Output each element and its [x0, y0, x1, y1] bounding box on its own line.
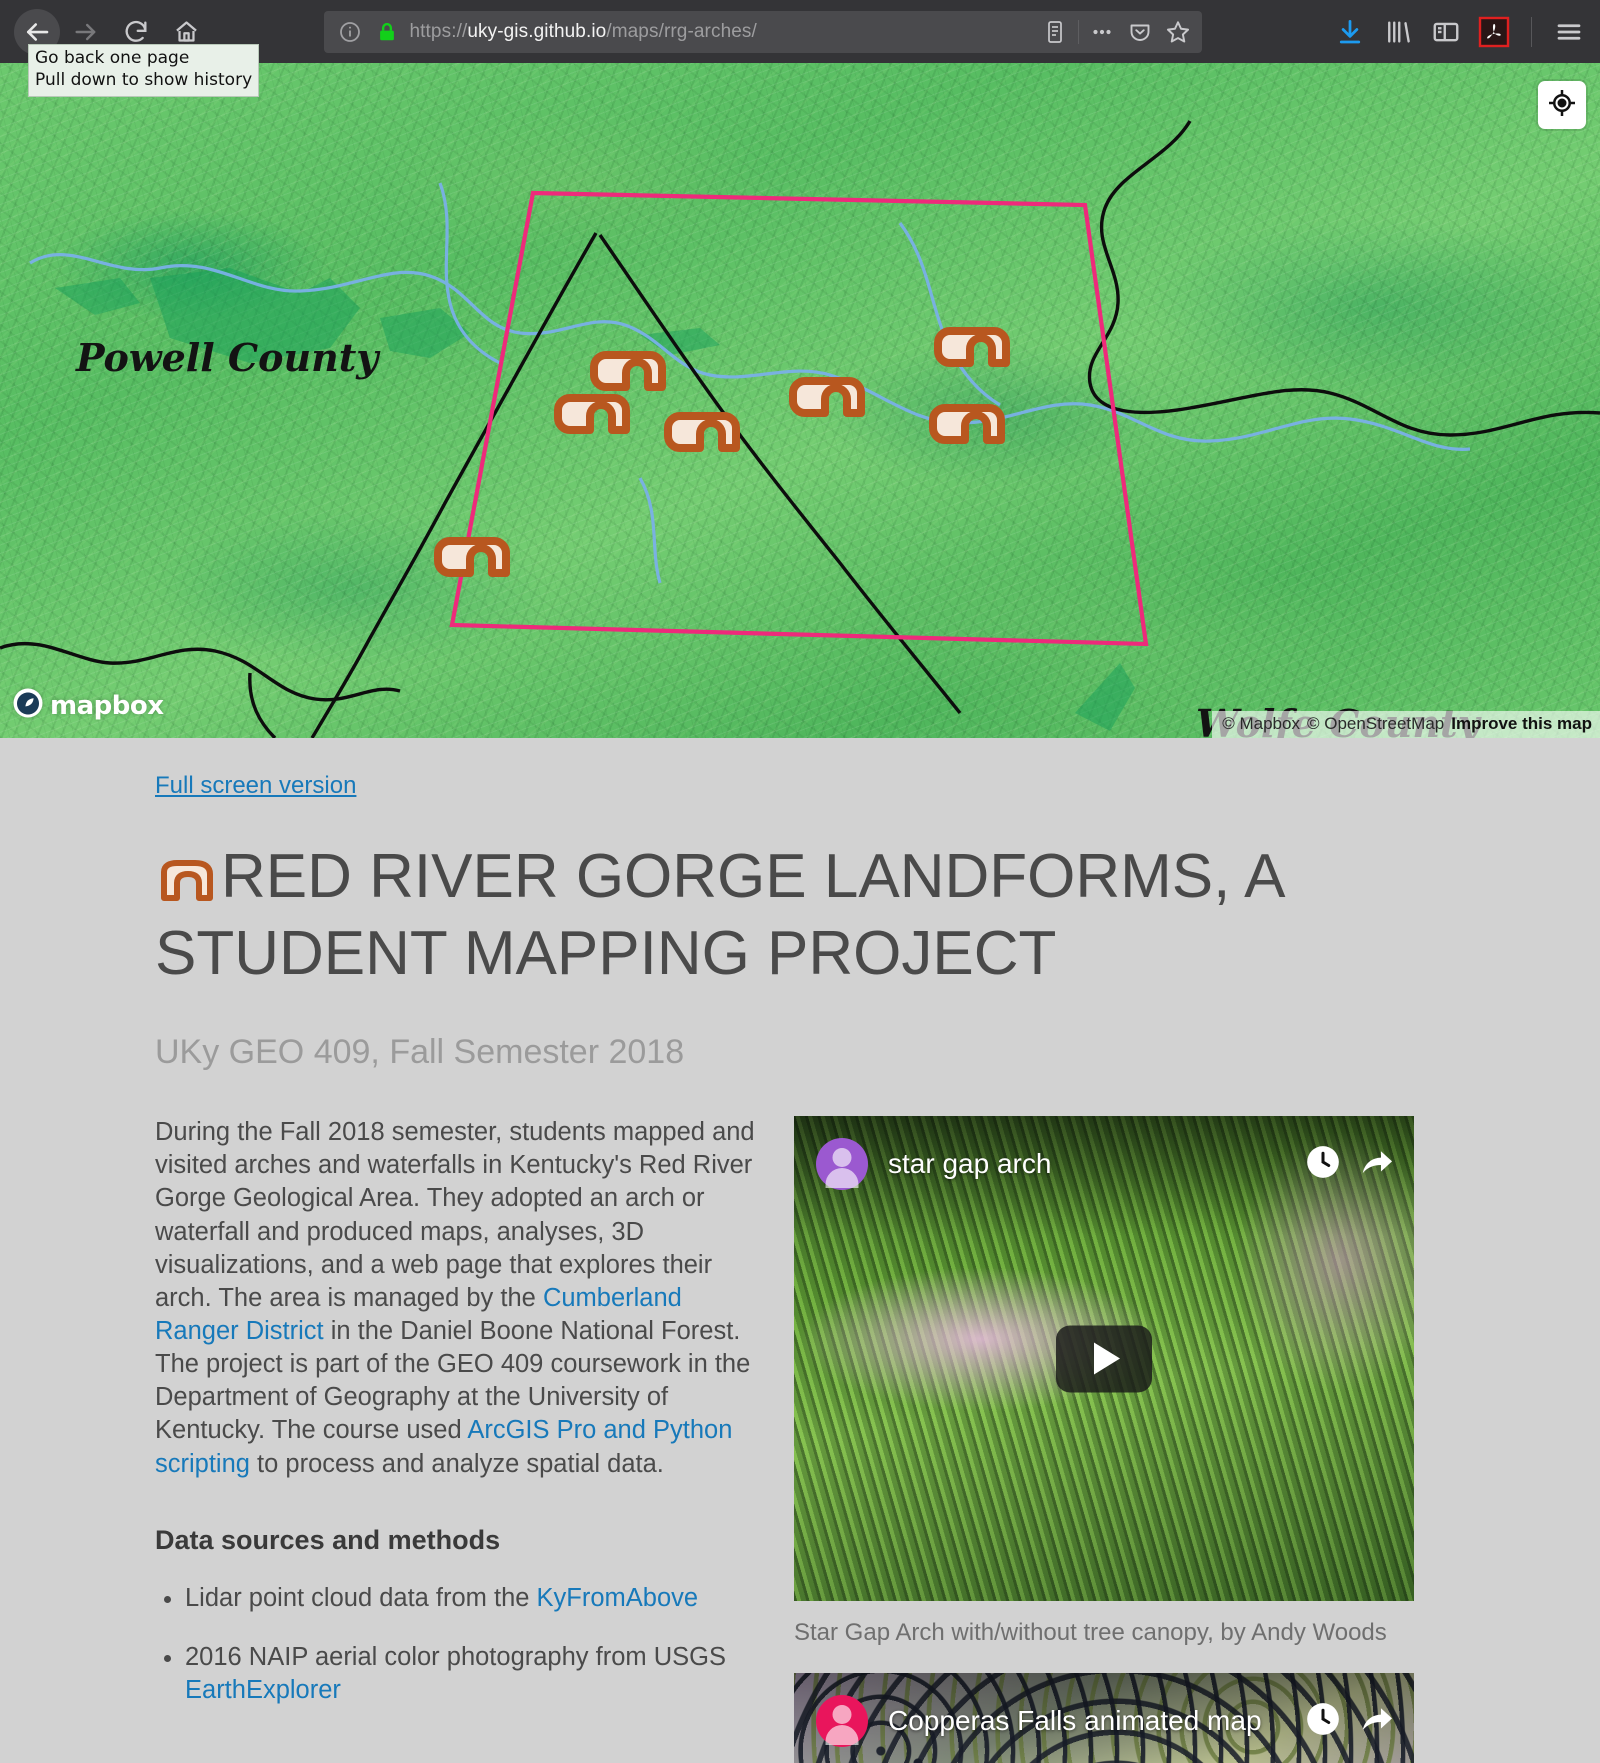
intro-text-c: to process and analyze spatial data. — [249, 1449, 664, 1478]
earthexplorer-link[interactable]: EarthExplorer — [185, 1676, 341, 1704]
url-path: /maps/rrg-arches/ — [606, 20, 757, 42]
avatar-head-shape — [832, 1705, 852, 1725]
clock-icon[interactable] — [1304, 1700, 1342, 1743]
page-title-text: RED RIVER GORGE LANDFORMS, A STUDENT MAP… — [155, 842, 1283, 989]
source-text-pre: Lidar point cloud data from the — [185, 1583, 537, 1612]
library-icon[interactable] — [1381, 15, 1415, 49]
browser-toolbar: https://uky-gis.github.io/maps/rrg-arche… — [0, 0, 1600, 97]
attribution-mapbox[interactable]: © Mapbox — [1222, 714, 1300, 734]
padlock-icon[interactable] — [373, 18, 401, 46]
star-icon[interactable] — [1164, 18, 1192, 46]
avatar-head-shape — [832, 1148, 852, 1168]
fullscreen-version-link[interactable]: Full screen version — [155, 772, 356, 800]
home-icon — [173, 18, 200, 45]
map-arch-markers[interactable] — [0, 63, 1600, 738]
map-canvas[interactable]: Powell County Wolfe County mapbox © Mapb… — [0, 63, 1600, 738]
avatar-body-shape — [825, 1168, 859, 1189]
geolocate-crosshair-icon — [1547, 88, 1577, 123]
video-caption-star-gap-arch: Star Gap Arch with/without tree canopy, … — [794, 1619, 1387, 1647]
geolocate-button[interactable] — [1538, 81, 1586, 129]
tooltip-line-1: Go back one page — [35, 48, 190, 68]
video-actions — [1304, 1143, 1396, 1186]
page-info-icon[interactable] — [336, 18, 364, 46]
map-label-powell-county: Powell County — [76, 335, 379, 380]
browser-right-toolbar — [1333, 15, 1586, 49]
video-title[interactable]: Copperas Falls animated map — [888, 1705, 1284, 1737]
list-item: Lidar point cloud data from the KyFromAb… — [185, 1582, 760, 1615]
data-sources-list: Lidar point cloud data from the KyFromAb… — [155, 1582, 760, 1707]
sidebar-icon[interactable] — [1429, 15, 1463, 49]
play-button-icon[interactable] — [1056, 1325, 1152, 1393]
intro-paragraph: During the Fall 2018 semester, students … — [155, 1116, 760, 1481]
page-subtitle: UKy GEO 409, Fall Semester 2018 — [155, 1033, 685, 1072]
kyfromabove-link[interactable]: KyFromAbove — [537, 1584, 699, 1612]
source-text-pre: 2016 NAIP aerial color photography from … — [185, 1642, 726, 1671]
pocket-icon[interactable] — [1126, 18, 1154, 46]
adobe-pdf-icon[interactable] — [1477, 15, 1511, 49]
forward-arrow-icon — [72, 18, 100, 46]
page-content: Full screen version RED RIVER GORGE LAND… — [0, 738, 1600, 1763]
avatar-body-shape — [825, 1725, 859, 1746]
video-actions — [1304, 1700, 1396, 1743]
tooltip-line-2: Pull down to show history — [35, 69, 253, 90]
attribution-osm[interactable]: © OpenStreetMap — [1307, 714, 1444, 734]
url-text[interactable]: https://uky-gis.github.io/maps/rrg-arche… — [410, 21, 1032, 43]
mapbox-wordmark: mapbox — [50, 690, 164, 721]
reader-view-icon[interactable] — [1041, 18, 1069, 46]
video-header: star gap arch — [816, 1138, 1396, 1191]
map-attribution: © Mapbox © OpenStreetMap Improve this ma… — [1212, 711, 1600, 738]
section-heading-data-sources: Data sources and methods — [155, 1524, 501, 1555]
url-scheme: https:// — [409, 20, 468, 42]
video-embed-copperas-falls[interactable]: Copperas Falls animated map — [794, 1673, 1414, 1763]
toolbar-divider — [1077, 19, 1079, 44]
avatar[interactable] — [816, 1138, 868, 1191]
list-item: 2016 NAIP aerial color photography from … — [185, 1641, 760, 1707]
mapbox-mark-icon — [12, 687, 44, 724]
avatar[interactable] — [816, 1695, 868, 1748]
back-button-tooltip: Go back one page Pull down to show histo… — [28, 44, 260, 97]
left-column: During the Fall 2018 semester, students … — [155, 1116, 760, 1763]
right-column: star gap arch Star Gap Arch with/without… — [794, 1116, 1414, 1763]
intro-text-a: During the Fall 2018 semester, students … — [155, 1118, 755, 1312]
page-title: RED RIVER GORGE LANDFORMS, A STUDENT MAP… — [155, 842, 1450, 989]
share-arrow-icon[interactable] — [1358, 1700, 1396, 1743]
video-embed-star-gap-arch[interactable]: star gap arch — [794, 1116, 1414, 1602]
attribution-improve-link[interactable]: Improve this map — [1451, 714, 1592, 734]
address-bar[interactable]: https://uky-gis.github.io/maps/rrg-arche… — [323, 10, 1202, 53]
content-columns: During the Fall 2018 semester, students … — [155, 1116, 1450, 1763]
url-host: uky-gis.github.io — [467, 20, 607, 42]
clock-icon[interactable] — [1304, 1143, 1342, 1186]
back-arrow-icon — [22, 17, 52, 47]
hamburger-menu-icon[interactable] — [1552, 15, 1586, 49]
share-arrow-icon[interactable] — [1358, 1143, 1396, 1186]
download-arrow-icon[interactable] — [1333, 15, 1367, 49]
toolbar-divider — [1531, 16, 1532, 47]
video-header: Copperas Falls animated map — [816, 1695, 1396, 1748]
play-triangle-shape — [1094, 1342, 1120, 1375]
arch-icon — [155, 849, 217, 919]
reload-icon — [122, 18, 150, 46]
mapbox-logo[interactable]: mapbox — [12, 687, 164, 724]
video-title[interactable]: star gap arch — [888, 1148, 1284, 1180]
ellipsis-icon[interactable] — [1088, 18, 1116, 46]
